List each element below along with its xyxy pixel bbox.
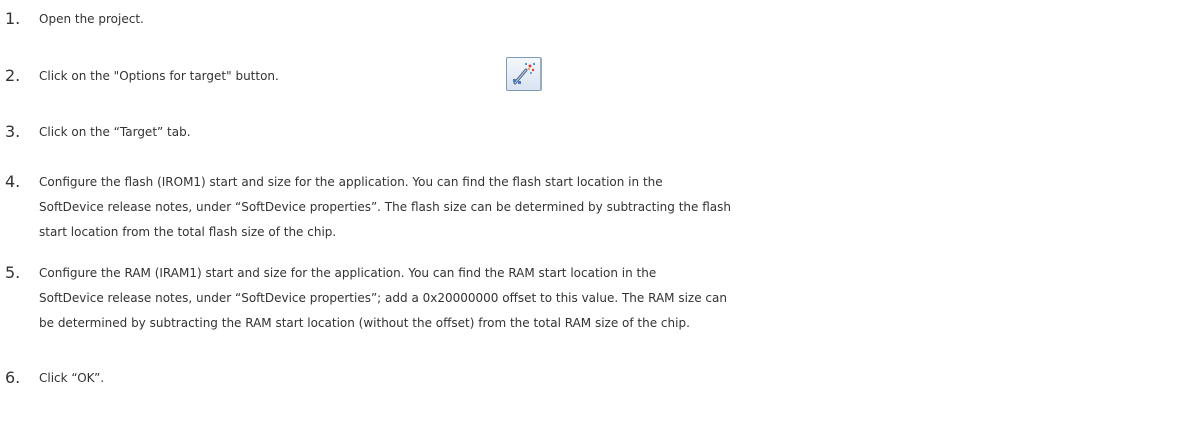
step-number: 4. [5, 172, 21, 191]
step-text: Click “OK”. [39, 371, 105, 385]
step-text: Click on the "Options for target" button… [39, 69, 279, 83]
step-text-line-3: be determined by subtracting the RAM sta… [39, 316, 690, 330]
step-text-line-1: Configure the flash (IROM1) start and si… [39, 175, 663, 189]
step-text-line-1: Configure the RAM (IRAM1) start and size… [39, 266, 657, 280]
instructions-page: 1. Open the project. 2. Click on the "Op… [0, 0, 1201, 425]
step-text-line-3: start location from the total flash size… [39, 225, 337, 239]
step-number: 3. [5, 122, 21, 141]
step-text: Click on the “Target” tab. [39, 125, 191, 139]
step-text-line-2: SoftDevice release notes, under “SoftDev… [39, 291, 727, 305]
step-number: 2. [5, 66, 21, 85]
step-text-line-2: SoftDevice release notes, under “SoftDev… [39, 200, 731, 214]
step-text: Open the project. [39, 12, 144, 26]
step-number: 5. [5, 263, 21, 282]
step-number: 1. [5, 9, 21, 28]
options-for-target-icon [506, 57, 542, 91]
step-number: 6. [5, 368, 21, 387]
